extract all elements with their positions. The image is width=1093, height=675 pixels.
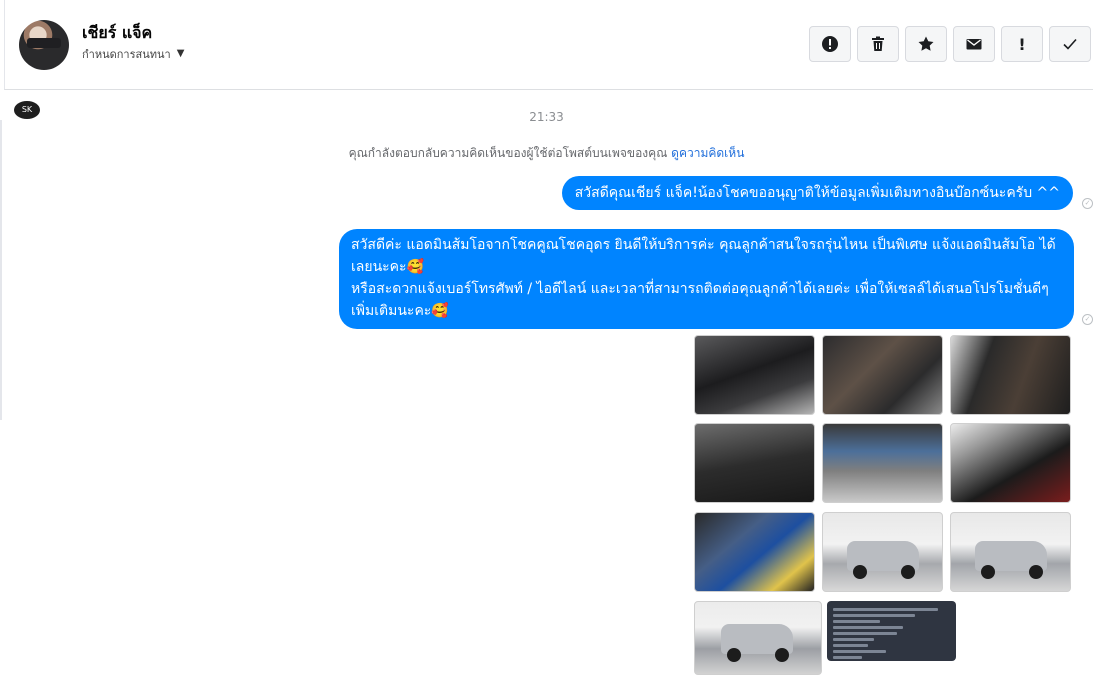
conversation-schedule-dropdown[interactable]: กำหนดการสนทนา ▼ [82, 45, 184, 63]
pickup-wheel [981, 565, 995, 579]
message-bubble[interactable]: สวัสดีคุณเชียร์ แจ็ค!น้องโชคขออนุญาติให้… [561, 176, 1073, 210]
conversation-header: เชียร์ แจ็ค กำหนดการสนทนา ▼ ! [4, 0, 1093, 90]
pickup-wheel [853, 565, 867, 579]
caret-down-icon: ▼ [176, 47, 185, 59]
pickup-wheel [727, 648, 741, 662]
photo-car-dashboard[interactable] [694, 423, 815, 503]
pickup-wheel [775, 648, 789, 662]
photo-car-interior-seats[interactable] [950, 335, 1071, 415]
document-text-lines [833, 605, 950, 661]
delete-button[interactable] [857, 26, 899, 62]
photo-silver-pickup-angle[interactable] [950, 512, 1071, 592]
pickup-wheel [901, 565, 915, 579]
mark-unread-button[interactable] [953, 26, 995, 62]
photo-car-battery[interactable] [694, 512, 815, 592]
photo-car-rear-cabin[interactable] [950, 423, 1071, 503]
trash-icon [872, 36, 884, 51]
view-comment-link[interactable]: ดูความคิดเห็น [671, 146, 744, 160]
header-actions: ! [809, 26, 1091, 62]
star-button[interactable] [905, 26, 947, 62]
pickup-wheel [1029, 565, 1043, 579]
star-icon [918, 36, 934, 51]
photo-car-leather-seats[interactable] [822, 335, 943, 415]
photo-car-interior-steering[interactable] [694, 335, 815, 415]
alert-circle-icon [822, 36, 838, 52]
photo-silver-pickup-front[interactable] [822, 512, 943, 592]
flag-important-button[interactable]: ! [1001, 26, 1043, 62]
schedule-label: กำหนดการสนทนา [82, 48, 171, 61]
report-button[interactable] [809, 26, 851, 62]
photo-silver-pickup-rear[interactable] [694, 601, 822, 675]
message-bubble[interactable]: สวัสดีค่ะ แอดมินส้มโอจากโชคคูณโชคอุดร ยิ… [339, 229, 1074, 329]
left-divider [0, 120, 2, 420]
check-icon [1063, 38, 1077, 50]
mark-done-button[interactable] [1049, 26, 1091, 62]
notice-text: คุณกำลังตอบกลับความคิดเห็นของผู้ใช้ต่อโพ… [348, 146, 668, 160]
photo-car-engine-bay[interactable] [822, 423, 943, 503]
sent-check-icon: ✓ [1082, 314, 1093, 325]
comment-reply-notice: คุณกำลังตอบกลับความคิดเห็นของผู้ใช้ต่อโพ… [0, 144, 1093, 163]
exclamation-icon: ! [1018, 34, 1026, 54]
photo-car-info-document[interactable] [827, 601, 956, 661]
message-timestamp: 21:33 [529, 110, 564, 124]
contact-name[interactable]: เชียร์ แจ็ค [82, 21, 152, 46]
envelope-icon [966, 39, 982, 50]
sent-check-icon: ✓ [1082, 198, 1093, 209]
contact-avatar[interactable] [19, 20, 69, 70]
